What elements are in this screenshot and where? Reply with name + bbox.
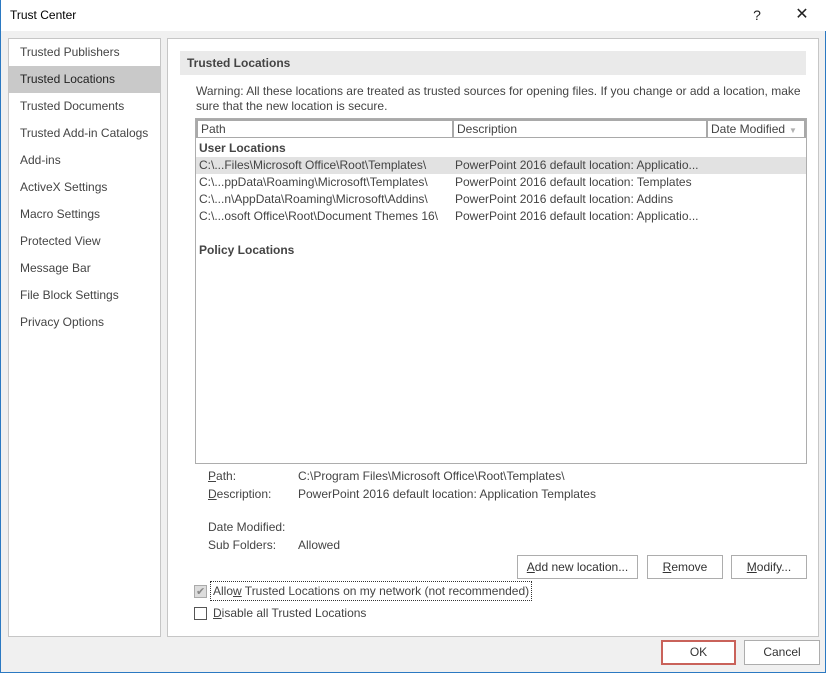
location-path: C:\...ppData\Roaming\Microsoft\Templates… — [199, 175, 428, 189]
location-description: PowerPoint 2016 default location: Addins — [455, 192, 674, 206]
location-description: PowerPoint 2016 default location: Applic… — [455, 158, 699, 172]
sidebar-item-trusted-addin-catalogs[interactable]: Trusted Add-in Catalogs — [9, 120, 160, 147]
sidebar-item-file-block-settings[interactable]: File Block Settings — [9, 282, 160, 309]
remove-accel: R — [662, 560, 672, 574]
cancel-button[interactable]: Cancel — [744, 640, 820, 665]
detail-path-label-text: ath: — [216, 469, 237, 483]
trust-center-dialog: Trust Center ? ✕ Trusted Publishers Trus… — [0, 0, 826, 673]
column-description-label: Description — [457, 122, 518, 136]
policy-locations-group: Policy Locations — [199, 243, 295, 257]
list-header: Path Description Date Modified ▼ — [196, 119, 806, 138]
allow-network-accel: w — [233, 584, 242, 598]
disable-all-checkbox[interactable] — [194, 607, 207, 620]
location-description: PowerPoint 2016 default location: Templa… — [455, 175, 692, 189]
sidebar: Trusted Publishers Trusted Locations Tru… — [8, 38, 161, 637]
modify-label: odify... — [756, 560, 792, 574]
warning-text: Warning: All these locations are treated… — [196, 84, 801, 113]
close-icon[interactable]: ✕ — [787, 4, 817, 26]
disable-all-label: Disable all Trusted Locations — [213, 604, 366, 622]
sidebar-item-privacy-options[interactable]: Privacy Options — [9, 309, 160, 336]
help-icon[interactable]: ? — [742, 4, 772, 26]
location-row[interactable]: C:\...n\AppData\Roaming\Microsoft\Addins… — [196, 191, 806, 208]
trusted-locations-list[interactable]: Path Description Date Modified ▼ User Loc… — [195, 118, 807, 464]
remove-label: emove — [671, 560, 708, 574]
checkmark-icon: ✔ — [196, 586, 206, 598]
location-row[interactable]: C:\...ppData\Roaming\Microsoft\Templates… — [196, 174, 806, 191]
detail-sub-folders-label: Sub Folders: — [208, 538, 277, 552]
column-header-description[interactable]: Description — [454, 121, 706, 137]
sidebar-item-trusted-publishers[interactable]: Trusted Publishers — [9, 39, 160, 66]
detail-description-label-text: escription: — [216, 487, 272, 501]
detail-sub-folders-value: Allowed — [298, 538, 341, 552]
modify-accel: M — [746, 560, 757, 574]
disable-all-label-post: isable all Trusted Locations — [221, 606, 367, 620]
location-description: PowerPoint 2016 default location: Applic… — [455, 209, 699, 223]
location-row[interactable]: C:\...Files\Microsoft Office\Root\Templa… — [196, 157, 806, 174]
remove-button[interactable]: Remove — [647, 555, 723, 579]
main-panel: Trusted Locations Warning: All these loc… — [167, 38, 819, 637]
sidebar-item-protected-view[interactable]: Protected View — [9, 228, 160, 255]
detail-path-label: Path: — [208, 469, 236, 483]
detail-date-modified-label: Date Modified: — [208, 520, 286, 534]
section-title: Trusted Locations — [180, 51, 806, 75]
allow-network-label: Allow Trusted Locations on my network (n… — [209, 581, 533, 601]
title-bar: Trust Center ? ✕ — [1, 0, 826, 31]
add-label: dd new location... — [534, 560, 629, 574]
allow-network-label-post: Trusted Locations on my network (not rec… — [241, 584, 530, 598]
detail-description-label-accel: D — [208, 487, 217, 501]
disable-all-checkbox-row[interactable]: Disable all Trusted Locations — [194, 604, 494, 622]
detail-description-label: Description: — [208, 487, 271, 501]
allow-network-label-pre: Allo — [213, 584, 234, 598]
add-new-location-button[interactable]: Add new location... — [517, 555, 638, 579]
sidebar-item-trusted-documents[interactable]: Trusted Documents — [9, 93, 160, 120]
disable-all-accel: D — [213, 606, 222, 620]
allow-network-checkbox-row[interactable]: ✔ Allow Trusted Locations on my network … — [194, 581, 594, 601]
location-path: C:\...Files\Microsoft Office\Root\Templa… — [199, 158, 427, 172]
sidebar-item-activex-settings[interactable]: ActiveX Settings — [9, 174, 160, 201]
add-accel: A — [526, 560, 535, 574]
column-header-path[interactable]: Path — [198, 121, 452, 137]
sidebar-item-addins[interactable]: Add-ins — [9, 147, 160, 174]
sidebar-item-trusted-locations[interactable]: Trusted Locations — [9, 66, 160, 93]
location-path: C:\...n\AppData\Roaming\Microsoft\Addins… — [199, 192, 428, 206]
column-date-modified-label: Date Modified — [711, 122, 786, 136]
allow-network-checkbox[interactable]: ✔ — [194, 585, 207, 598]
detail-path-label-accel: P — [208, 469, 217, 483]
modify-button[interactable]: Modify... — [731, 555, 807, 579]
location-path: C:\...osoft Office\Root\Document Themes … — [199, 209, 438, 223]
ok-button[interactable]: OK — [661, 640, 736, 665]
detail-description-value: PowerPoint 2016 default location: Applic… — [298, 487, 596, 501]
column-path-label: Path — [201, 122, 226, 136]
column-header-date-modified[interactable]: Date Modified ▼ — [708, 121, 804, 137]
sidebar-item-macro-settings[interactable]: Macro Settings — [9, 201, 160, 228]
window-title: Trust Center — [10, 8, 77, 22]
detail-path-value: C:\Program Files\Microsoft Office\Root\T… — [298, 469, 565, 483]
user-locations-group: User Locations — [199, 141, 286, 155]
sort-arrow-icon: ▼ — [789, 126, 797, 135]
location-row[interactable]: C:\...osoft Office\Root\Document Themes … — [196, 208, 806, 225]
sidebar-item-message-bar[interactable]: Message Bar — [9, 255, 160, 282]
